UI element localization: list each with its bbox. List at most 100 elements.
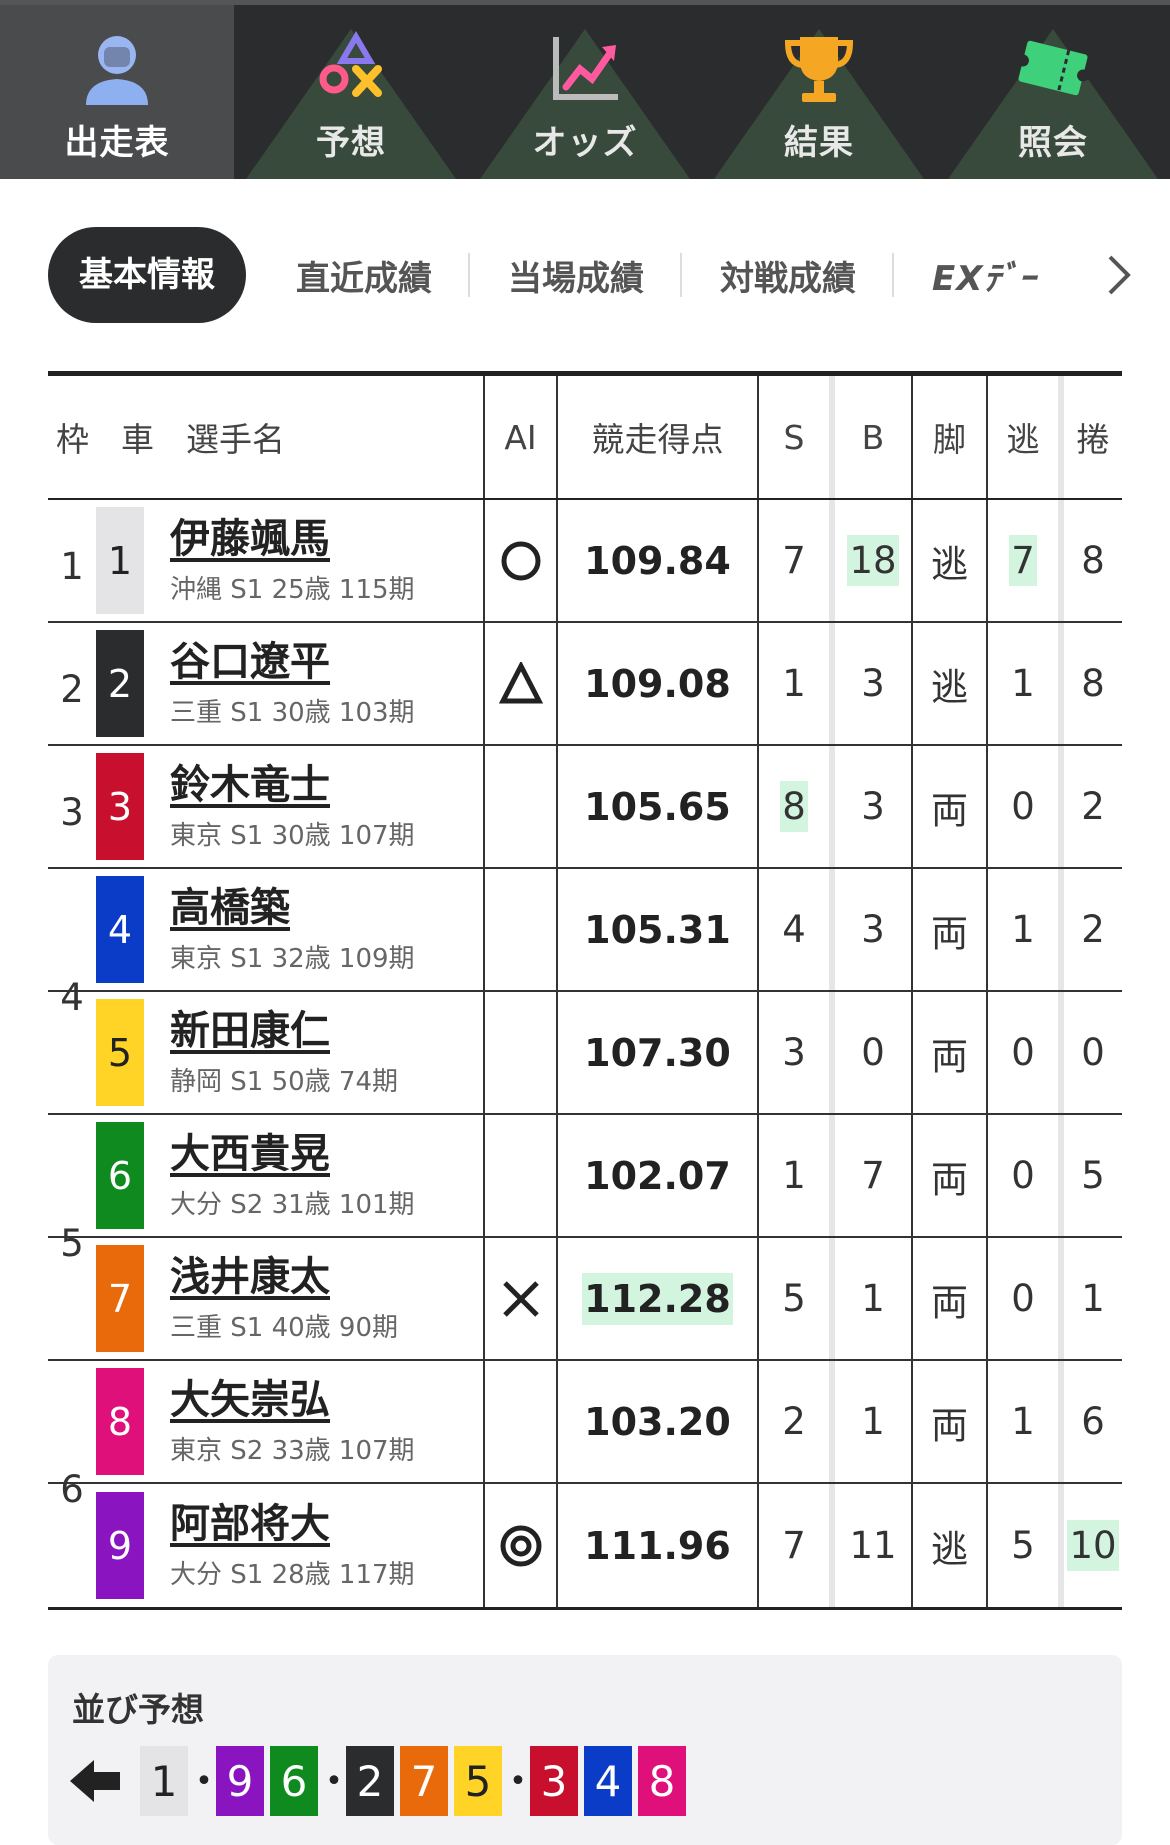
ai-cross-mark-icon: [502, 1280, 539, 1317]
nav-label: 結果: [784, 123, 854, 163]
line-separator: •: [195, 1763, 213, 1799]
car-number-badge: 3: [96, 753, 144, 860]
maki-value: 0: [1081, 1031, 1105, 1074]
table-row: 2 谷口遼平 三重 S1 30歳 103期 109.08 1 3 逃 1 8: [48, 623, 1122, 746]
table-row: 5 新田康仁 静岡 S1 50歳 74期 107.30 3 0 両 0 0: [48, 992, 1122, 1115]
maki-value: 2: [1081, 785, 1105, 828]
car-number-badge: 9: [96, 1492, 144, 1599]
table-row: 9 阿部将大 大分 S1 28歳 117期 111.96 7 11 逃 5 10: [48, 1484, 1122, 1607]
ai-mark-cell: [483, 623, 558, 744]
line-car-badge: 2: [346, 1746, 394, 1816]
line-car-badge: 5: [454, 1746, 502, 1816]
tab-head-to-head[interactable]: 対戦成績: [682, 251, 894, 300]
nav-label: 照会: [1018, 123, 1088, 163]
tab-ex-data[interactable]: EXﾃﾞｰ: [894, 251, 1074, 300]
b-value: 1: [861, 1400, 885, 1443]
nav-results[interactable]: 結果: [702, 5, 936, 179]
chevron-right-icon[interactable]: [1098, 251, 1138, 299]
nav-odds[interactable]: オッズ: [468, 5, 702, 179]
leg-value: 逃: [931, 542, 968, 586]
nav-inquiry[interactable]: 照会: [936, 5, 1170, 179]
racer-name-link[interactable]: 鈴木竜士: [170, 761, 415, 809]
nige-value: 0: [1011, 785, 1035, 828]
tab-recent-results[interactable]: 直近成績: [258, 251, 470, 300]
leg-value: 両: [931, 1034, 968, 1078]
nav-entry-table[interactable]: 出走表: [0, 5, 234, 179]
header-b: B: [835, 376, 913, 498]
ai-double-circle-mark-icon: [500, 1525, 541, 1566]
score-value: 102.07: [584, 1153, 731, 1198]
racer-name-link[interactable]: 浅井康太: [170, 1253, 398, 1301]
nige-value: 1: [1011, 908, 1035, 951]
nige-value: 7: [1009, 535, 1037, 586]
nav-prediction[interactable]: 予想: [234, 5, 468, 179]
leg-value: 両: [931, 1157, 968, 1201]
b-value: 3: [861, 908, 885, 951]
s-value: 4: [782, 908, 806, 951]
ai-mark-cell: [483, 1361, 558, 1482]
tab-track-results[interactable]: 当場成績: [470, 251, 682, 300]
line-car-badge: 6: [270, 1746, 318, 1816]
b-value: 1: [861, 1277, 885, 1320]
nav-label: オッズ: [532, 123, 638, 163]
racer-name-link[interactable]: 大西貴晃: [170, 1130, 415, 1178]
maki-value: 5: [1081, 1154, 1105, 1197]
score-value: 103.20: [584, 1399, 731, 1444]
nige-value: 0: [1011, 1277, 1035, 1320]
ai-mark-cell: [483, 746, 558, 867]
racer-info: 東京 S1 30歳 107期: [170, 821, 415, 851]
arrow-left-icon: [70, 1760, 120, 1802]
line-car-badge: 9: [216, 1746, 264, 1816]
ai-circle-mark-icon: [501, 541, 540, 580]
racer-name-link[interactable]: 阿部将大: [170, 1500, 415, 1548]
s-value: 5: [782, 1277, 806, 1320]
score-value: 105.31: [584, 907, 731, 952]
line-prediction: 並び予想 1 • 9 6 • 2 7 5 • 3 4 8: [48, 1655, 1122, 1845]
waku-number: 5: [60, 1221, 84, 1265]
top-nav: 出走表 予想 オッズ 結果 照会: [0, 0, 1170, 179]
ai-mark-cell: [483, 500, 558, 621]
nige-value: 1: [1011, 1400, 1035, 1443]
car-number-badge: 1: [96, 507, 144, 614]
racer-info: 東京 S2 33歳 107期: [170, 1436, 415, 1466]
waku-number: 1: [60, 545, 84, 588]
s-value: 1: [782, 1154, 806, 1197]
racer-name-link[interactable]: 伊藤颯馬: [170, 515, 415, 563]
ai-mark-cell: [483, 1238, 558, 1359]
maki-value: 8: [1081, 539, 1105, 582]
racer-icon: [86, 36, 148, 105]
header-name: 選手名: [186, 420, 285, 459]
s-value: 3: [782, 1031, 806, 1074]
line-car-badge: 4: [584, 1746, 632, 1816]
leg-value: 逃: [931, 665, 968, 709]
car-number-badge: 4: [96, 876, 144, 983]
b-value: 0: [861, 1031, 885, 1074]
leg-value: 両: [931, 911, 968, 955]
nige-value: 0: [1011, 1154, 1035, 1197]
car-number-badge: 5: [96, 999, 144, 1106]
racer-info: 東京 S1 32歳 109期: [170, 944, 415, 974]
line-prediction-title: 並び予想: [72, 1690, 204, 1729]
racer-name-link[interactable]: 新田康仁: [170, 1007, 398, 1055]
header-score: 競走得点: [558, 376, 759, 498]
b-value: 18: [847, 535, 899, 586]
line-car-badge: 7: [400, 1746, 448, 1816]
racer-name-link[interactable]: 大矢崇弘: [170, 1376, 415, 1424]
maki-value: 8: [1081, 662, 1105, 705]
maki-value: 6: [1081, 1400, 1105, 1443]
table-row: 1 伊藤颯馬 沖縄 S1 25歳 115期 109.84 7 18 逃 7 8: [48, 500, 1122, 623]
header-ai: AI: [483, 376, 558, 498]
header-leg: 脚: [913, 376, 988, 498]
header-nige: 逃: [988, 376, 1064, 498]
prediction-icon: [319, 31, 382, 97]
ai-mark-cell: [483, 1484, 558, 1607]
tab-basic-info[interactable]: 基本情報: [48, 227, 246, 323]
line-prediction-row: 1 • 9 6 • 2 7 5 • 3 4 8: [70, 1746, 692, 1816]
b-value: 11: [849, 1524, 897, 1567]
racer-name-link[interactable]: 高橋築: [170, 884, 415, 932]
line-separator: •: [325, 1763, 343, 1799]
racer-name-link[interactable]: 谷口遼平: [170, 638, 415, 686]
maki-value: 1: [1081, 1277, 1105, 1320]
b-value: 3: [861, 785, 885, 828]
info-tabs: 基本情報 直近成績 当場成績 対戦成績 EXﾃﾞｰ: [48, 227, 1138, 323]
